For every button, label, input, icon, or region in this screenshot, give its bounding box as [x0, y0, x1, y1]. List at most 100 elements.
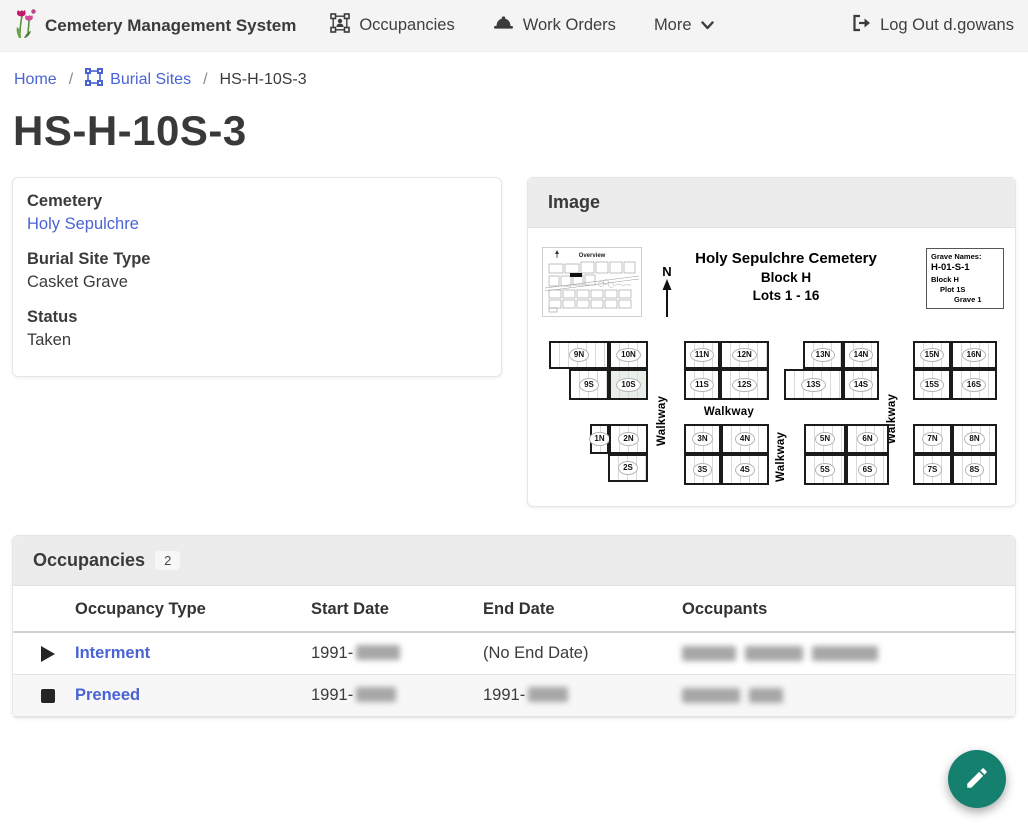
column-header-occupants: Occupants — [682, 586, 1015, 632]
occupancy-frame-icon — [330, 13, 350, 38]
map-lot: 2N — [609, 424, 648, 454]
map-lot-label: 14S — [849, 378, 873, 392]
nav-occupancies-label: Occupancies — [359, 16, 454, 35]
breadcrumb-home-link[interactable]: Home — [14, 71, 57, 89]
map-lot-label: 10N — [616, 348, 641, 362]
start-date-cell: 1991- — [311, 675, 483, 717]
map-lot: 16N — [951, 341, 997, 369]
redacted-text — [745, 646, 803, 661]
details-card: Cemetery Holy Sepulchre Burial Site Type… — [12, 177, 502, 377]
map-lot: 16S — [951, 369, 997, 400]
nav-more-label: More — [654, 16, 692, 35]
occupancy-status-cell — [13, 632, 75, 675]
walkway-label-vertical: Walkway — [656, 384, 668, 446]
cemetery-link[interactable]: Holy Sepulchre — [27, 215, 139, 233]
map-lot-label: 5N — [815, 432, 835, 446]
app-brand[interactable]: Cemetery Management System — [14, 7, 296, 44]
map-lot-label: 15N — [920, 348, 945, 362]
occupancies-header-label: Occupancies — [33, 550, 145, 571]
chevron-down-icon — [701, 16, 714, 35]
map-lot-label: 12N — [732, 348, 757, 362]
occupancies-table-body: Interment1991-(No End Date) Preneed 1991-1… — [13, 632, 1015, 717]
occupancy-type-cell: Preneed — [75, 675, 311, 717]
map-overview-thumbnail: Overview — [542, 247, 642, 317]
map-lot: 12S — [720, 369, 769, 400]
map-lot-label: 16S — [962, 378, 986, 392]
breadcrumb: Home / Burial Sites / HS-H-10S-3 — [0, 52, 1028, 101]
breadcrumb-burial-sites-label: Burial Sites — [110, 71, 191, 89]
map-lot: 15S — [913, 369, 951, 400]
map-lot-label: 14N — [849, 348, 874, 362]
breadcrumb-burial-sites-link[interactable]: Burial Sites — [85, 68, 191, 91]
logout-icon — [851, 14, 871, 37]
occupancy-row: Preneed 1991-1991- — [13, 675, 1015, 717]
occupancy-type-link[interactable]: Preneed — [75, 686, 140, 704]
burial-site-type-label: Burial Site Type — [27, 250, 487, 269]
map-lot-label: 11S — [690, 378, 714, 392]
end-date-cell: 1991- — [483, 675, 682, 717]
tulip-logo-icon — [14, 7, 37, 44]
column-header-icon — [13, 586, 75, 632]
nav-work-orders[interactable]: Work Orders — [493, 14, 616, 37]
nav-more[interactable]: More — [654, 16, 714, 35]
redacted-text — [356, 645, 400, 660]
stop-icon — [41, 689, 55, 703]
breadcrumb-current: HS-H-10S-3 — [220, 71, 307, 89]
map-lot: 6S — [846, 454, 889, 485]
image-card-header: Image — [528, 178, 1015, 228]
logout-button[interactable]: Log Out d.gowans — [851, 14, 1014, 37]
map-lot-label: 16N — [962, 348, 987, 362]
app-title: Cemetery Management System — [45, 16, 296, 36]
map-lot: 7S — [913, 454, 952, 485]
cemetery-plot-map[interactable]: Overview — [536, 236, 1007, 498]
map-lot-label: 6N — [857, 432, 877, 446]
map-lot: 9N — [549, 341, 609, 369]
map-lot: 9S — [569, 369, 609, 400]
map-lot-label: 8S — [965, 463, 985, 477]
map-lot-label: 2S — [618, 461, 638, 475]
map-lot-label: 11N — [690, 348, 714, 362]
map-lot: 3N — [684, 424, 721, 454]
map-lot: 12N — [720, 341, 769, 369]
status-value: Taken — [27, 331, 487, 350]
map-lot: 4N — [721, 424, 769, 454]
redacted-text — [682, 646, 736, 661]
map-title-line1: Holy Sepulchre Cemetery — [646, 250, 926, 267]
occupancies-count-badge: 2 — [155, 551, 180, 570]
map-lot-label: 1N — [589, 432, 609, 446]
map-lot: 4S — [721, 454, 769, 485]
occupancy-type-link[interactable]: Interment — [75, 644, 150, 662]
map-lot: 6N — [846, 424, 889, 454]
walkway-label-horizontal: Walkway — [693, 406, 765, 418]
nav-work-orders-label: Work Orders — [523, 16, 616, 35]
map-title-line2: Block H — [646, 270, 926, 285]
image-card: Image Overview — [527, 177, 1016, 507]
status-label: Status — [27, 308, 487, 327]
grave-name-id: H-01-S-1 — [931, 262, 999, 275]
map-lot-label: 12S — [732, 378, 756, 392]
edit-fab-button[interactable] — [948, 750, 1006, 808]
breadcrumb-separator: / — [203, 71, 207, 89]
redacted-text — [749, 688, 783, 703]
map-lot-label: 3N — [692, 432, 712, 446]
column-header-start-date: Start Date — [311, 586, 483, 632]
grave-name-plot: Plot 1S — [931, 285, 999, 295]
occupancy-row: Interment1991-(No End Date) — [13, 632, 1015, 675]
map-lot: 10S — [609, 369, 648, 400]
map-lot: 3S — [684, 454, 721, 485]
map-lot-label: 13S — [801, 378, 825, 392]
map-title-line3: Lots 1 - 16 — [646, 288, 926, 303]
map-lot: 14S — [843, 369, 879, 400]
grave-names-heading: Grave Names: — [931, 252, 999, 262]
map-lot-label: 3S — [693, 463, 713, 477]
map-lot-label: 10S — [616, 378, 640, 392]
map-lot-label: 2N — [618, 432, 638, 446]
map-lot: 2S — [608, 454, 648, 482]
map-lot-label: 8N — [964, 432, 984, 446]
grave-name-grave: Grave 1 — [931, 295, 999, 305]
nav-occupancies[interactable]: Occupancies — [330, 13, 454, 38]
burial-site-type-value: Casket Grave — [27, 273, 487, 292]
redacted-text — [682, 688, 740, 703]
map-lot: 10N — [609, 341, 648, 369]
map-lot: 15N — [913, 341, 951, 369]
